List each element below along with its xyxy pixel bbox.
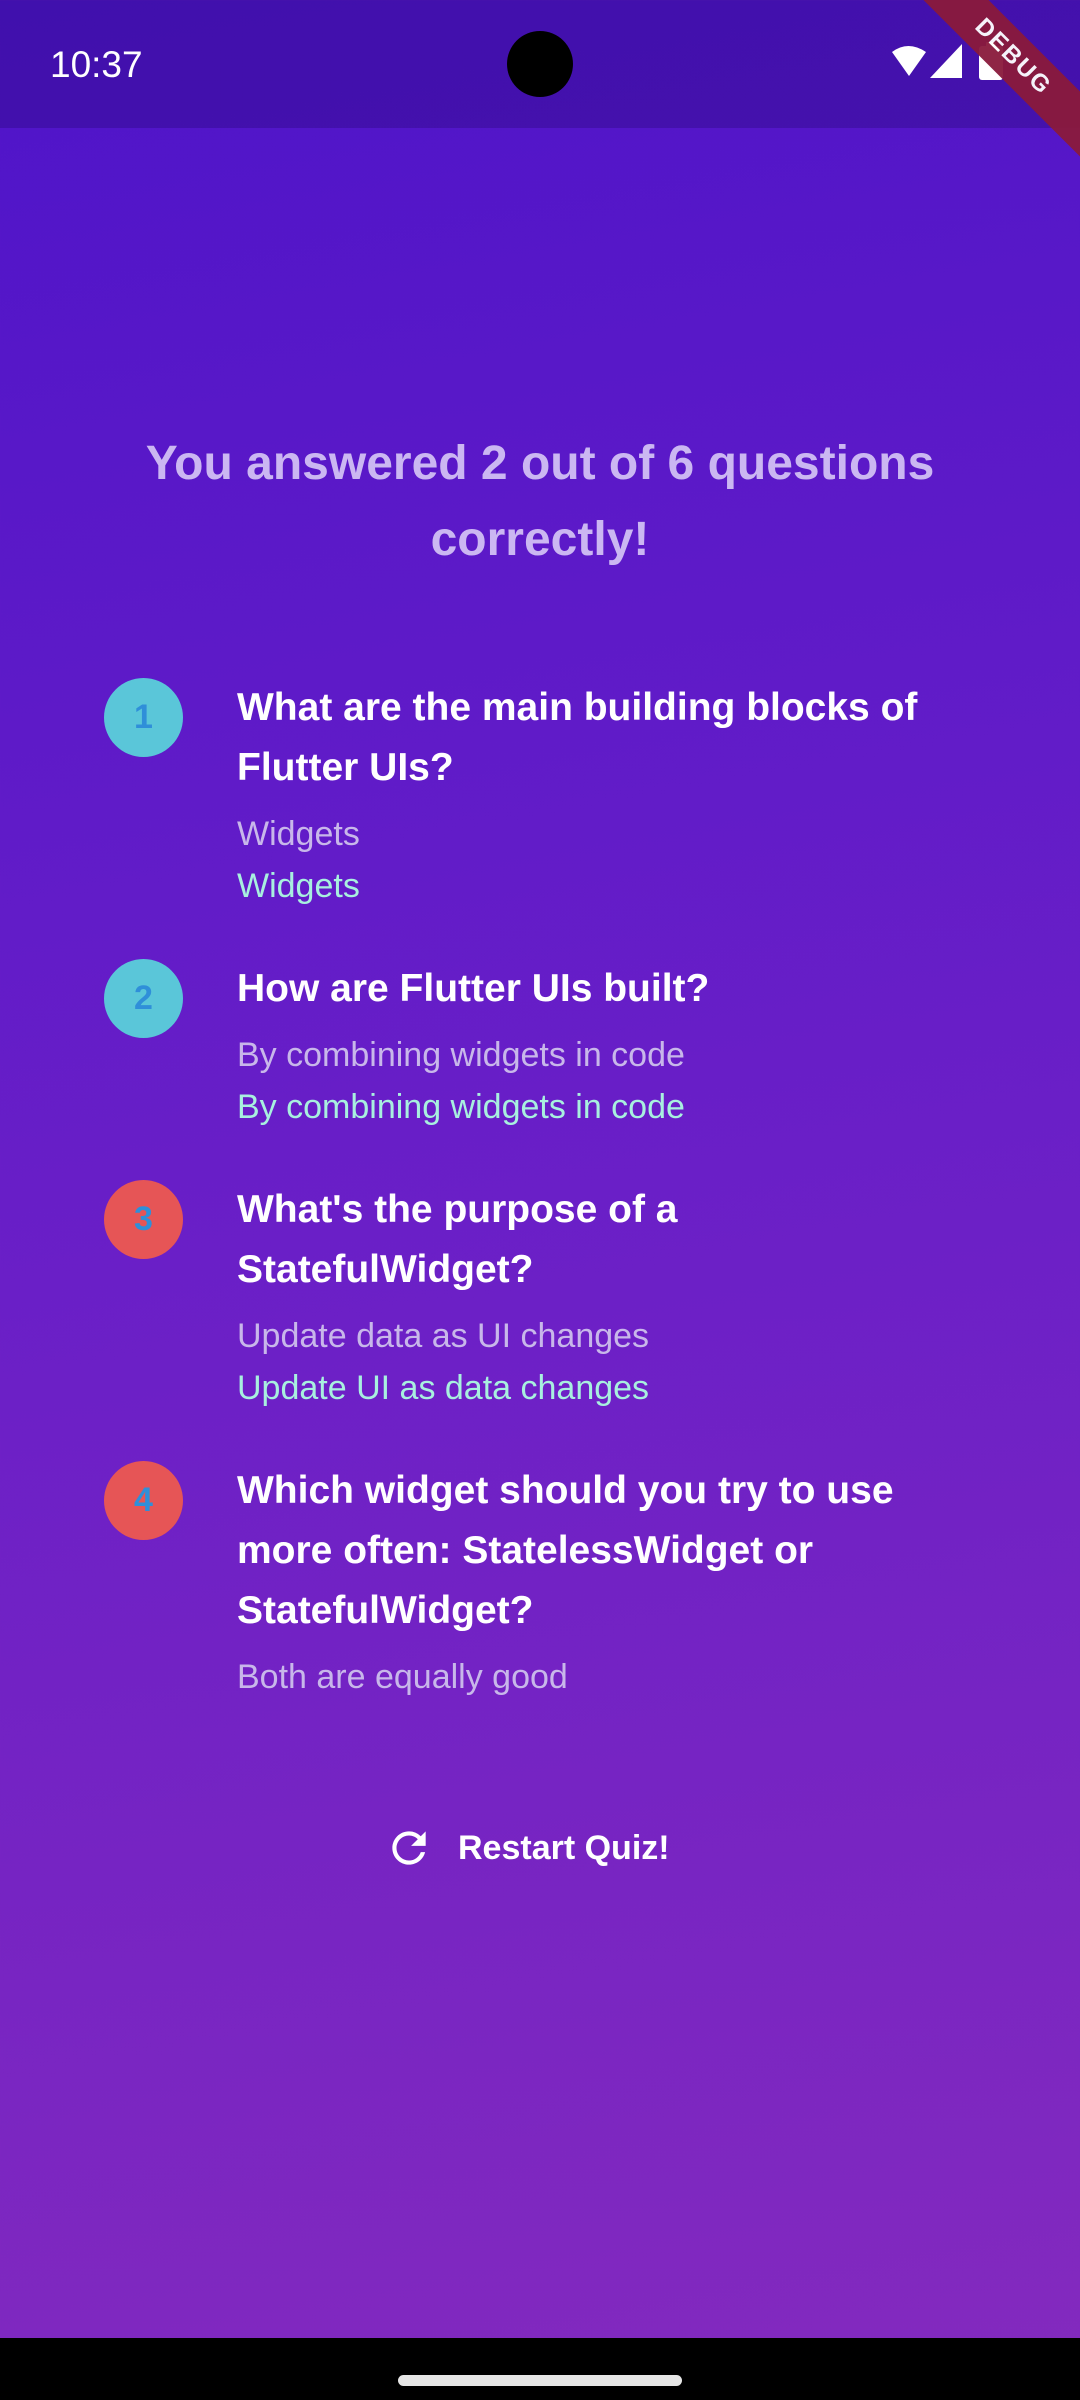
question-text: Which widget should you try to use more … (237, 1469, 894, 1632)
summary-item-text: What's the purpose of a StatefulWidget? … (237, 1180, 977, 1414)
user-answer: Update data as UI changes (237, 1317, 650, 1355)
question-text: What's the purpose of a StatefulWidget? (237, 1188, 678, 1291)
cellular-signal-icon (930, 44, 962, 78)
correct-answer: Update UI as data changes (237, 1369, 650, 1407)
question-text: What are the main building blocks of Flu… (237, 686, 918, 789)
question-index-badge: 4 (104, 1461, 183, 1540)
home-indicator[interactable] (398, 2375, 682, 2386)
system-navigation-bar (0, 2338, 1080, 2400)
user-answer: Widgets (237, 815, 360, 853)
status-bar: 10:37 (0, 0, 1080, 128)
wifi-icon (892, 46, 926, 76)
status-time: 10:37 (50, 44, 143, 85)
summary-item-text: Which widget should you try to use more … (237, 1461, 977, 1703)
user-answer: By combining widgets in code (237, 1036, 685, 1074)
question-text: How are Flutter UIs built? (237, 967, 710, 1010)
summary-item-text: How are Flutter UIs built? By combining … (237, 959, 977, 1133)
correct-answer: By combining widgets in code (237, 1088, 685, 1126)
camera-cutout (507, 31, 573, 97)
result-summary-title: You answered 2 out of 6 questions correc… (145, 437, 935, 566)
question-index-badge: 3 (104, 1180, 183, 1259)
question-index-badge: 1 (104, 678, 183, 757)
correct-answer: Widgets (237, 867, 360, 905)
restart-quiz-label: Restart Quiz! (458, 1828, 670, 1867)
refresh-icon (392, 1831, 426, 1865)
user-answer: Both are equally good (237, 1658, 568, 1696)
question-index-badge: 2 (104, 959, 183, 1038)
restart-quiz-button[interactable]: Restart Quiz! (384, 1812, 696, 1884)
summary-item-text: What are the main building blocks of Flu… (237, 678, 977, 912)
